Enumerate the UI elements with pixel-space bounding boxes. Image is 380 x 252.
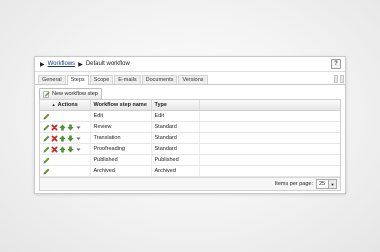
filler-cell	[199, 110, 340, 122]
edit-pencil-icon[interactable]	[43, 157, 50, 164]
arrow-down-icon[interactable]	[67, 135, 74, 142]
row-actions	[40, 132, 91, 144]
table-row: Proofreading Standard	[40, 143, 340, 155]
table-row: Review Standard	[40, 121, 340, 133]
chevron-down-icon[interactable]	[75, 124, 82, 131]
step-name-cell: Translation	[90, 132, 152, 144]
arrow-up-icon[interactable]	[59, 145, 66, 153]
actions-column-header[interactable]: ▲ Actions	[40, 100, 91, 111]
tab-general[interactable]: General	[38, 75, 66, 84]
type-column-header[interactable]: Type	[151, 100, 200, 111]
pager: Items per page: 25 ▼	[40, 177, 340, 190]
tab-scroll-right-button[interactable]	[340, 75, 344, 83]
row-actions	[40, 165, 91, 177]
edit-pencil-icon[interactable]	[43, 113, 50, 120]
edit-pencil-icon[interactable]	[43, 124, 50, 131]
filler-cell	[199, 154, 340, 166]
row-actions	[40, 121, 91, 133]
step-name-cell: Proofreading	[90, 143, 152, 155]
grid-header-row: ▲ Actions Workflow step name Type	[40, 100, 340, 111]
type-cell: Published	[151, 154, 200, 166]
chevron-down-icon: ▼	[328, 180, 336, 188]
workflow-window: ▶ Workflows ▶ Default workflow ? General…	[34, 56, 346, 194]
new-workflow-step-label: New workflow step	[52, 91, 98, 97]
breadcrumb-current: Default workflow	[85, 61, 130, 67]
new-step-icon	[43, 90, 50, 98]
breadcrumb-arrow-icon: ▶	[40, 61, 45, 68]
tab-emails[interactable]: E-mails	[114, 75, 141, 84]
table-row: Translation Standard	[40, 132, 340, 144]
table-row: Published Published	[40, 154, 340, 166]
delete-icon[interactable]	[51, 146, 58, 153]
type-cell: Standard	[151, 143, 200, 155]
step-name-cell: Published	[90, 154, 152, 166]
tab-scroll-buttons	[334, 75, 344, 83]
delete-icon[interactable]	[51, 135, 58, 142]
type-cell: Standard	[151, 132, 200, 144]
breadcrumb-workflows-link[interactable]: Workflows	[48, 61, 76, 67]
type-cell: Archived	[151, 165, 200, 177]
tab-scroll-left-button[interactable]	[334, 75, 338, 83]
items-per-page-label: Items per page:	[274, 181, 313, 187]
edit-pencil-icon[interactable]	[43, 168, 50, 175]
filler-cell	[199, 121, 340, 133]
filler-cell	[199, 132, 340, 144]
filler-column-header	[199, 100, 340, 111]
row-actions	[40, 143, 91, 155]
tab-steps[interactable]: Steps	[66, 75, 89, 85]
tab-scope[interactable]: Scope	[89, 75, 114, 84]
type-cell: Edit	[151, 110, 200, 122]
arrow-up-icon[interactable]	[59, 134, 66, 142]
arrow-down-icon[interactable]	[67, 146, 74, 153]
edit-pencil-icon[interactable]	[43, 135, 50, 142]
step-name-cell: Archived	[90, 165, 152, 177]
table-row: Archived Archived	[40, 165, 340, 177]
chevron-down-icon[interactable]	[75, 146, 82, 153]
step-name-cell: Review	[90, 121, 152, 133]
table-row: Edit Edit	[40, 110, 340, 122]
delete-icon[interactable]	[51, 124, 58, 131]
help-button[interactable]: ?	[331, 59, 341, 69]
filler-cell	[199, 143, 340, 155]
workflow-steps-grid: ▲ Actions Workflow step name Type Edit Edi…	[39, 99, 341, 191]
edit-pencil-icon[interactable]	[43, 146, 50, 153]
arrow-down-icon[interactable]	[67, 124, 74, 131]
tab-documents[interactable]: Documents	[141, 75, 178, 84]
sort-icon: ▲	[51, 102, 56, 107]
tab-bar: General Steps Scope E-mails Documents Ve…	[35, 74, 345, 85]
step-name-column-header[interactable]: Workflow step name	[90, 100, 152, 111]
step-name-cell: Edit	[90, 110, 152, 122]
breadcrumb: ▶ Workflows ▶ Default workflow ?	[35, 57, 345, 72]
tab-versions[interactable]: Versions	[178, 75, 208, 84]
items-per-page-value: 25	[319, 181, 326, 187]
type-cell: Standard	[151, 121, 200, 133]
row-actions	[40, 110, 91, 122]
filler-cell	[199, 165, 340, 177]
arrow-up-icon[interactable]	[59, 123, 66, 131]
chevron-down-icon[interactable]	[75, 135, 82, 142]
items-per-page-select[interactable]: 25 ▼	[316, 179, 337, 189]
breadcrumb-arrow-icon: ▶	[78, 61, 83, 68]
row-actions	[40, 154, 91, 166]
